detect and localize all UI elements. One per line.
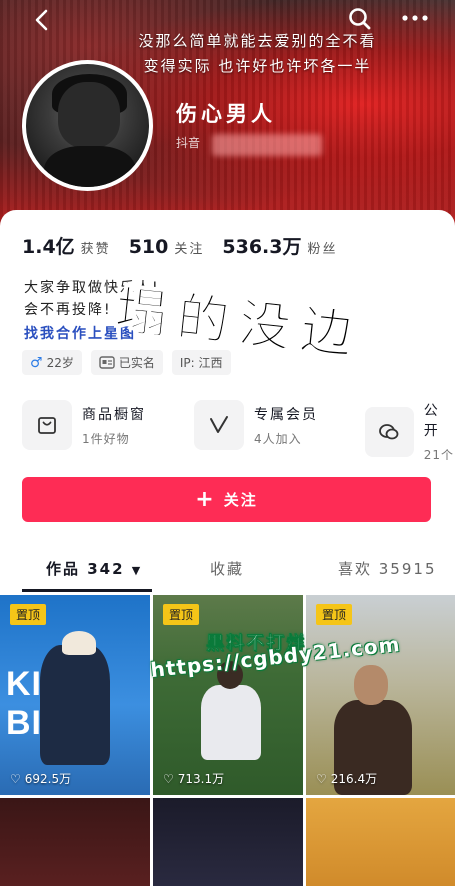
back-button[interactable] xyxy=(30,8,54,32)
video-figure xyxy=(40,645,110,765)
v-badge-icon xyxy=(194,400,244,450)
pinned-badge: 置顶 xyxy=(10,604,47,625)
like-count: ♡ 216.4万 xyxy=(316,770,377,787)
tab-favorites[interactable]: 收藏 xyxy=(210,558,244,579)
service-title: 公开 xyxy=(423,403,440,439)
signature-line: 没那么简单就能去爱别的全不看 xyxy=(138,32,377,50)
more-button[interactable] xyxy=(400,6,430,30)
profile-tabs: 作品 342 ▼ 收藏 喜欢 35915 xyxy=(0,548,455,592)
services-row: 商品橱窗 1件好物 专属会员 4人加入 公开 21个 xyxy=(22,400,455,462)
service-subtitle: 4人加入 xyxy=(254,431,302,446)
like-count-value: 216.4万 xyxy=(330,772,378,786)
heart-outline-icon: ♡ xyxy=(163,771,174,786)
nickname: 伤心男人 xyxy=(176,102,276,126)
stat-label: 粉丝 xyxy=(307,242,338,257)
douyin-id-label: 抖音 xyxy=(176,136,201,150)
pinned-badge: 置顶 xyxy=(163,604,200,625)
stat-value: 510 xyxy=(128,236,169,258)
service-shop-window[interactable]: 商品橱窗 1件好物 xyxy=(22,400,146,450)
video-thumbnail[interactable]: 置顶 ♡ 713.1万 xyxy=(153,595,303,795)
avatar-face xyxy=(58,82,120,148)
service-group-chat[interactable]: 公开 21个 xyxy=(365,400,455,463)
like-count-value: 692.5万 xyxy=(24,772,72,786)
plus-icon: + xyxy=(195,486,216,512)
video-thumbnail[interactable]: 置顶 ♡ 216.4万 xyxy=(306,595,455,795)
stat-likes[interactable]: 1.4亿 获赞 xyxy=(22,232,111,259)
male-icon: ♂ xyxy=(30,354,43,371)
stat-followers[interactable]: 536.3万 粉丝 xyxy=(222,232,337,259)
profile-tags: ♂ 22岁 已实名 IP: 江西 xyxy=(22,350,231,375)
follow-button[interactable]: + 关注 xyxy=(22,477,431,522)
service-subtitle: 1件好物 xyxy=(82,431,130,446)
follow-button-label: 关注 xyxy=(223,491,258,509)
tag-label: 已实名 xyxy=(118,356,155,370)
id-card-icon xyxy=(99,356,115,369)
heart-outline-icon: ♡ xyxy=(10,771,21,786)
tab-liked[interactable]: 喜欢 35915 xyxy=(338,558,437,579)
stat-following[interactable]: 510 关注 xyxy=(129,236,205,258)
stat-label: 关注 xyxy=(174,242,205,257)
tag-age: ♂ 22岁 xyxy=(22,350,82,375)
search-button[interactable] xyxy=(347,6,373,32)
douyin-id-blurred xyxy=(212,134,322,156)
service-title: 专属会员 xyxy=(254,406,318,423)
more-dots-icon xyxy=(402,15,428,21)
video-thumbnail[interactable] xyxy=(153,798,303,886)
active-tab-indicator xyxy=(22,589,152,592)
stat-value: 1.4亿 xyxy=(22,236,75,258)
tag-label: IP: 江西 xyxy=(179,356,223,370)
like-count: ♡ 692.5万 xyxy=(10,770,71,787)
bio-line: 会不再投降! xyxy=(24,302,112,318)
stat-value: 536.3万 xyxy=(222,236,302,258)
tab-works[interactable]: 作品 342 ▼ xyxy=(46,558,142,579)
video-figure-head xyxy=(354,665,388,705)
stats-row: 1.4亿 获赞 510 关注 536.3万 粉丝 xyxy=(22,232,338,259)
service-membership[interactable]: 专属会员 4人加入 xyxy=(194,400,318,450)
stat-label: 获赞 xyxy=(80,242,111,257)
avatar[interactable] xyxy=(22,60,153,191)
shop-bag-icon xyxy=(22,400,72,450)
avatar-body xyxy=(44,146,136,187)
like-count-value: 713.1万 xyxy=(177,772,225,786)
video-thumbnail[interactable] xyxy=(0,798,150,886)
video-figure xyxy=(201,685,261,760)
pinned-badge: 置顶 xyxy=(316,604,353,625)
tag-verified: 已实名 xyxy=(90,350,163,375)
heart-outline-icon: ♡ xyxy=(316,771,327,786)
video-figure-hat xyxy=(62,631,96,655)
tag-label: 22岁 xyxy=(46,356,74,370)
chat-bubbles-icon xyxy=(365,406,414,457)
like-count: ♡ 713.1万 xyxy=(163,770,224,787)
service-subtitle: 21个 xyxy=(423,448,455,462)
tab-label: 作品 342 xyxy=(46,560,125,578)
video-thumbnail[interactable] xyxy=(306,798,455,886)
service-title: 商品橱窗 xyxy=(82,406,146,423)
chevron-left-icon xyxy=(35,9,48,31)
search-icon xyxy=(349,8,371,30)
caret-down-icon: ▼ xyxy=(131,564,143,577)
video-thumbnail[interactable]: KILL BILL 置顶 ♡ 692.5万 xyxy=(0,595,150,795)
